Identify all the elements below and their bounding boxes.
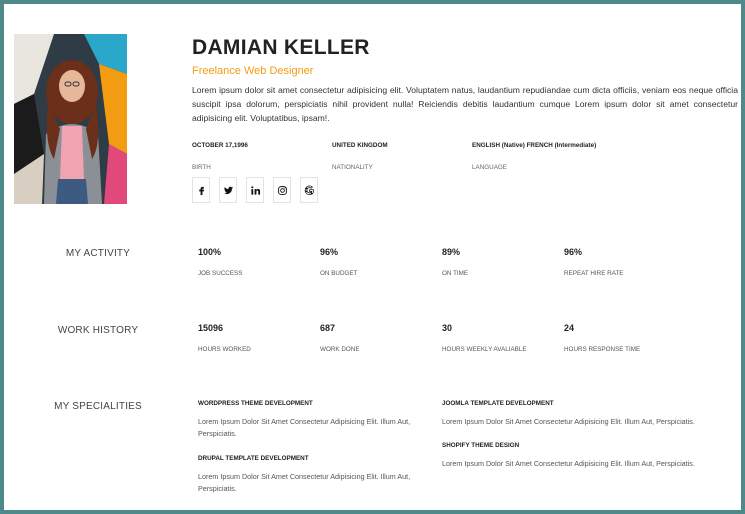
fact-label: BIRTH xyxy=(192,164,211,171)
resume-card: DAMIAN KELLER Freelance Web Designer Lor… xyxy=(4,4,741,510)
fact-label: NATIONALITY xyxy=(332,164,373,171)
speciality-title: SHOPIFY THEME DESIGN xyxy=(442,442,520,449)
stat-value: 100% xyxy=(198,247,222,257)
stat-repeat-hire-rate: 96% REPEAT HIRE RATE xyxy=(564,247,623,277)
google-icon xyxy=(304,185,314,195)
fact-value: OCTOBER 17,1996 xyxy=(192,142,248,149)
stat-label: HOURS WEEKLY AVALIABLE xyxy=(442,346,527,353)
linkedin-link[interactable] xyxy=(246,177,264,203)
instagram-link[interactable] xyxy=(273,177,291,203)
stat-value: 96% xyxy=(320,247,339,257)
stat-hours-worked: 15096 HOURS WORKED xyxy=(198,323,251,353)
profile-name: DAMIAN KELLER xyxy=(192,36,370,59)
stat-job-success: 100% JOB SUCCESS xyxy=(198,247,242,277)
speciality-joomla: JOOMLA TEMPLATE DEVELOPMENT Lorem Ipsum … xyxy=(442,400,732,428)
speciality-text: Lorem Ipsum Dolor Sit Amet Consectetur A… xyxy=(198,472,411,493)
stat-label: ON TIME xyxy=(442,270,469,277)
stat-work-done: 687 WORK DONE xyxy=(320,323,360,353)
profile-photo-image xyxy=(14,34,127,204)
profile-bio: Lorem ipsum dolor sit amet consectetur a… xyxy=(192,85,738,123)
fact-label: LANGUAGE xyxy=(472,164,507,171)
fact-birth: OCTOBER 17,1996 BIRTH xyxy=(192,142,248,171)
speciality-drupal: DRUPAL TEMPLATE DEVELOPMENT Lorem Ipsum … xyxy=(198,455,428,495)
stat-value: 89% xyxy=(442,247,461,257)
stat-value: 30 xyxy=(442,323,453,333)
twitter-icon xyxy=(223,186,233,194)
fact-value: ENGLISH (Native) FRENCH (Intermediate) xyxy=(472,142,597,149)
stat-hours-weekly: 30 HOURS WEEKLY AVALIABLE xyxy=(442,323,527,353)
facebook-link[interactable] xyxy=(192,177,210,203)
instagram-icon xyxy=(277,185,287,195)
stat-value: 96% xyxy=(564,247,583,257)
stat-value: 15096 xyxy=(198,323,224,333)
stat-value: 24 xyxy=(564,323,575,333)
stat-label: HOURS WORKED xyxy=(198,346,251,353)
profile-role: Freelance Web Designer xyxy=(192,65,314,77)
stat-label: WORK DONE xyxy=(320,346,360,353)
facebook-icon xyxy=(198,186,204,195)
stat-value: 687 xyxy=(320,323,336,333)
stat-label: JOB SUCCESS xyxy=(198,270,243,277)
stat-on-time: 89% ON TIME xyxy=(442,247,468,277)
social-links xyxy=(192,177,318,203)
speciality-text: Lorem Ipsum Dolor Sit Amet Consectetur A… xyxy=(198,417,411,438)
speciality-title: WORDPRESS THEME DEVELOPMENT xyxy=(198,400,313,407)
stat-label: ON BUDGET xyxy=(320,270,358,277)
profile-facts: OCTOBER 17,1996 BIRTH UNITED KINGDOM NAT… xyxy=(192,142,622,174)
profile-photo xyxy=(14,34,127,204)
speciality-text: Lorem Ipsum Dolor Sit Amet Consectetur A… xyxy=(442,417,695,426)
speciality-shopify: SHOPIFY THEME DESIGN Lorem Ipsum Dolor S… xyxy=(442,442,732,470)
stat-label: REPEAT HIRE RATE xyxy=(564,270,624,277)
section-title-activity: MY ACTIVITY xyxy=(65,248,131,259)
fact-language: ENGLISH (Native) FRENCH (Intermediate) L… xyxy=(472,142,596,171)
stat-label: HOURS RESPONSE TIME xyxy=(564,346,641,353)
speciality-title: DRUPAL TEMPLATE DEVELOPMENT xyxy=(198,455,309,462)
section-title-work-history: WORK HISTORY xyxy=(57,325,139,336)
speciality-title: JOOMLA TEMPLATE DEVELOPMENT xyxy=(442,400,554,407)
speciality-wordpress: WORDPRESS THEME DEVELOPMENT Lorem Ipsum … xyxy=(198,400,428,440)
twitter-link[interactable] xyxy=(219,177,237,203)
section-title-specialities: MY SPECIALITIES xyxy=(54,401,142,412)
stat-response-time: 24 HOURS RESPONSE TIME xyxy=(564,323,640,353)
linkedin-icon xyxy=(250,185,260,195)
google-link[interactable] xyxy=(300,177,318,203)
fact-value: UNITED KINGDOM xyxy=(332,142,388,149)
speciality-text: Lorem Ipsum Dolor Sit Amet Consectetur A… xyxy=(442,459,695,468)
fact-nationality: UNITED KINGDOM NATIONALITY xyxy=(332,142,388,171)
stat-on-budget: 96% ON BUDGET xyxy=(320,247,357,277)
